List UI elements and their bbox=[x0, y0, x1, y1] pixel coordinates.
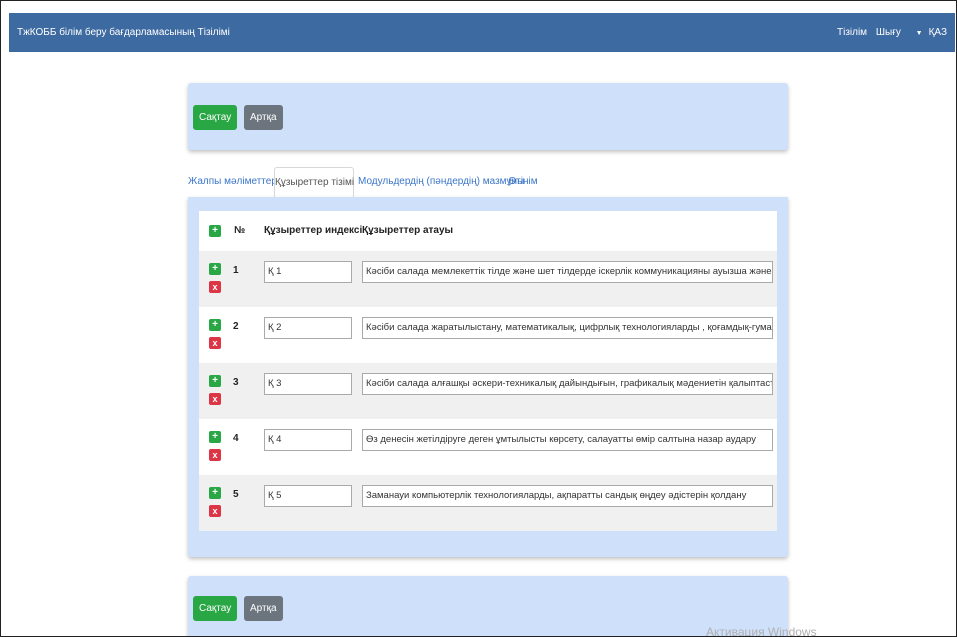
nav-link-registry[interactable]: Тізілім bbox=[837, 27, 867, 38]
competency-name-input[interactable]: Өз денесін жетілдіруге деген ұмтылысты к… bbox=[362, 429, 773, 451]
navbar: ТжКОББ білім беру бағдарламасының Тізілі… bbox=[9, 13, 955, 52]
delete-row-icon[interactable]: x bbox=[209, 393, 221, 405]
column-header-number: № bbox=[234, 225, 246, 236]
competency-table: + № Құзыреттер индексі Құзыреттер атауы … bbox=[199, 211, 777, 541]
windows-activation-watermark: Активация Windows bbox=[706, 625, 817, 637]
bottom-action-card: Сақтау Артқа bbox=[188, 576, 788, 636]
tab-application[interactable]: Өтінім bbox=[506, 167, 540, 197]
add-row-icon[interactable]: + bbox=[209, 431, 221, 443]
back-button[interactable]: Артқа bbox=[244, 596, 283, 621]
competency-index-input[interactable]: Қ 1 bbox=[264, 261, 352, 283]
back-button[interactable]: Артқа bbox=[244, 105, 283, 130]
row-number: 5 bbox=[233, 489, 239, 500]
nav-link-logout[interactable]: Шығу bbox=[876, 27, 901, 38]
add-row-icon[interactable]: + bbox=[209, 375, 221, 387]
table-header: + № Құзыреттер индексі Құзыреттер атауы bbox=[199, 211, 777, 251]
table-row: + x 1 Қ 1 Кәсіби салада мемлекеттік тілд… bbox=[199, 251, 777, 307]
language-label: ҚАЗ bbox=[928, 27, 947, 38]
column-header-name: Құзыреттер атауы bbox=[362, 225, 454, 236]
tab-module-content[interactable]: Модульдердің (пәндердің) мазмұны bbox=[358, 167, 524, 197]
competency-index-input[interactable]: Қ 2 bbox=[264, 317, 352, 339]
app-title[interactable]: ТжКОББ білім беру бағдарламасының Тізілі… bbox=[17, 27, 230, 38]
table-row: + x 4 Қ 4 Өз денесін жетілдіруге деген ұ… bbox=[199, 419, 777, 475]
row-number: 4 bbox=[233, 433, 239, 444]
competency-index-input[interactable]: Қ 3 bbox=[264, 373, 352, 395]
add-row-icon[interactable]: + bbox=[209, 487, 221, 499]
add-row-icon[interactable]: + bbox=[209, 319, 221, 331]
competency-name-input[interactable]: Кәсіби салада алғашқы әскери-техникалық … bbox=[362, 373, 773, 395]
delete-row-icon[interactable]: x bbox=[209, 505, 221, 517]
row-number: 3 bbox=[233, 377, 239, 388]
column-header-index: Құзыреттер индексі bbox=[264, 225, 363, 236]
top-action-card: Сақтау Артқа bbox=[188, 83, 788, 150]
caret-down-icon: ▼ bbox=[915, 30, 923, 37]
navbar-menu: Тізілім Шығу ▼ ҚАЗ bbox=[831, 27, 947, 38]
add-row-icon[interactable]: + bbox=[209, 225, 221, 237]
table-row: + x 5 Қ 5 Заманауи компьютерлік технолог… bbox=[199, 475, 777, 531]
competency-index-input[interactable]: Қ 5 bbox=[264, 485, 352, 507]
competency-name-input[interactable]: Заманауи компьютерлік технологияларды, а… bbox=[362, 485, 773, 507]
delete-row-icon[interactable]: x bbox=[209, 281, 221, 293]
delete-row-icon[interactable]: x bbox=[209, 449, 221, 461]
app-window: ТжКОББ білім беру бағдарламасының Тізілі… bbox=[0, 0, 957, 637]
tab-competency-list[interactable]: Құзыреттер тізімі bbox=[274, 167, 354, 199]
tab-general-info[interactable]: Жалпы мәліметтер bbox=[188, 167, 277, 197]
save-button[interactable]: Сақтау bbox=[193, 596, 238, 621]
save-button[interactable]: Сақтау bbox=[193, 105, 238, 130]
table-row: + x 3 Қ 3 Кәсіби салада алғашқы әскери-т… bbox=[199, 363, 777, 419]
delete-row-icon[interactable]: x bbox=[209, 337, 221, 349]
row-number: 1 bbox=[233, 265, 239, 276]
add-row-icon[interactable]: + bbox=[209, 263, 221, 275]
row-number: 2 bbox=[233, 321, 239, 332]
competency-panel: + № Құзыреттер индексі Құзыреттер атауы … bbox=[188, 197, 788, 557]
tab-bar: Жалпы мәліметтер Құзыреттер тізімі Модул… bbox=[188, 167, 788, 199]
competency-index-input[interactable]: Қ 4 bbox=[264, 429, 352, 451]
table-row: + x 2 Қ 2 Кәсіби салада жаратылыстану, м… bbox=[199, 307, 777, 363]
language-dropdown[interactable]: ▼ ҚАЗ bbox=[910, 27, 947, 38]
competency-name-input[interactable]: Кәсіби салада мемлекеттік тілде және шет… bbox=[362, 261, 773, 283]
competency-name-input[interactable]: Кәсіби салада жаратылыстану, математикал… bbox=[362, 317, 773, 339]
